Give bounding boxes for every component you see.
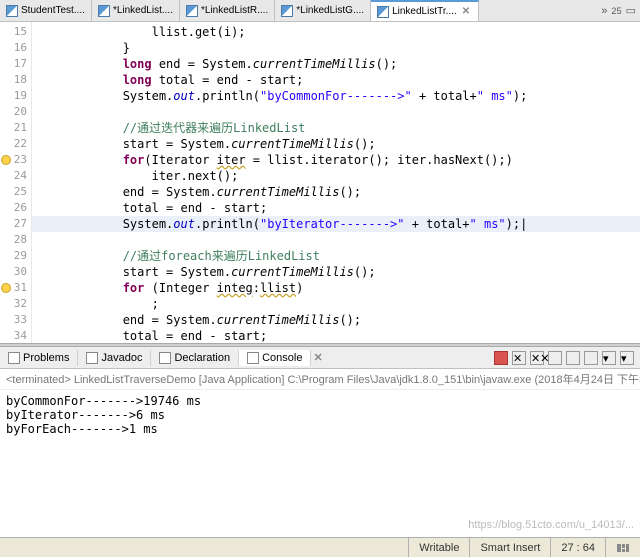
- tab-label: *LinkedListG....: [296, 5, 364, 16]
- code-editor[interactable]: 1516171819202122232425262728293031323334…: [0, 22, 640, 343]
- code-line[interactable]: start = System.currentTimeMillis();: [32, 264, 640, 280]
- remove-launch-button[interactable]: ✕: [512, 351, 526, 365]
- line-number: 26: [0, 200, 27, 216]
- code-line[interactable]: iter.next();: [32, 168, 640, 184]
- code-line[interactable]: start = System.currentTimeMillis();: [32, 136, 640, 152]
- warning-marker-icon[interactable]: [1, 155, 11, 165]
- status-cursor-position: 27 : 64: [550, 538, 605, 557]
- code-line[interactable]: System.out.println("byCommonFor------->"…: [32, 88, 640, 104]
- console-output[interactable]: byCommonFor------->19746 ms byIterator--…: [0, 390, 640, 537]
- java-file-icon: [377, 6, 389, 18]
- display-selected-button[interactable]: ▾: [602, 351, 616, 365]
- line-number: 33: [0, 312, 27, 328]
- code-line[interactable]: [32, 104, 640, 120]
- close-icon[interactable]: ✕: [460, 6, 472, 17]
- bottom-tab-javadoc[interactable]: Javadoc: [78, 350, 151, 366]
- clear-console-button[interactable]: [548, 351, 562, 365]
- minimize-icon[interactable]: ▭: [626, 4, 636, 17]
- code-line[interactable]: llist.get(i);: [32, 24, 640, 40]
- code-line[interactable]: }: [32, 40, 640, 56]
- console-toolbar: ✕ ✕✕ ▾ ▾: [494, 351, 640, 365]
- problems-icon: [8, 352, 20, 364]
- line-number: 28: [0, 232, 27, 248]
- bottom-tab-label: Problems: [23, 352, 69, 364]
- chevron-right-icon[interactable]: »: [601, 5, 607, 17]
- editor-tab[interactable]: StudentTest....: [0, 0, 92, 21]
- line-number: 27: [0, 216, 27, 232]
- line-number: 22: [0, 136, 27, 152]
- code-line[interactable]: [32, 232, 640, 248]
- tab-label: LinkedListTr....: [392, 6, 457, 17]
- code-line[interactable]: ;: [32, 296, 640, 312]
- tab-label: StudentTest....: [21, 5, 85, 16]
- tab-label: *LinkedList....: [113, 5, 173, 16]
- code-line[interactable]: for(Iterator iter = llist.iterator(); it…: [32, 152, 640, 168]
- line-number: 25: [0, 184, 27, 200]
- warning-marker-icon[interactable]: [1, 283, 11, 293]
- line-number: 17: [0, 56, 27, 72]
- line-number: 20: [0, 104, 27, 120]
- editor-tab[interactable]: *LinkedList....: [92, 0, 180, 21]
- status-bar: Writable Smart Insert 27 : 64: [0, 537, 640, 557]
- line-number: 29: [0, 248, 27, 264]
- tab-count: 25: [611, 6, 621, 16]
- line-number: 18: [0, 72, 27, 88]
- code-line[interactable]: total = end - start;: [32, 200, 640, 216]
- java-file-icon: [281, 5, 293, 17]
- java-file-icon: [186, 5, 198, 17]
- code-area[interactable]: llist.get(i); } long end = System.curren…: [32, 22, 640, 343]
- terminate-button[interactable]: [494, 351, 508, 365]
- declaration-icon: [159, 352, 171, 364]
- status-insert-mode: Smart Insert: [469, 538, 550, 557]
- code-line[interactable]: for (Integer integ:llist): [32, 280, 640, 296]
- bottom-panel: Problems Javadoc Declaration Console ✕ ✕ ✕✕…: [0, 347, 640, 537]
- bottom-tab-label: Declaration: [174, 352, 230, 364]
- editor-tab[interactable]: *LinkedListR....: [180, 0, 275, 21]
- console-icon: [247, 352, 259, 364]
- code-line[interactable]: total = end - start;: [32, 328, 640, 343]
- bottom-tab-bar: Problems Javadoc Declaration Console ✕ ✕ ✕✕…: [0, 347, 640, 369]
- status-overview-icon[interactable]: [605, 538, 640, 557]
- status-writable: Writable: [408, 538, 469, 557]
- console-launch-label: <terminated> LinkedListTraverseDemo [Jav…: [0, 369, 640, 390]
- code-line[interactable]: //通过迭代器来遍历LinkedList: [32, 120, 640, 136]
- javadoc-icon: [86, 352, 98, 364]
- line-number: 30: [0, 264, 27, 280]
- open-console-button[interactable]: ▾: [620, 351, 634, 365]
- line-number: 32: [0, 296, 27, 312]
- editor-tab[interactable]: LinkedListTr....✕: [371, 0, 479, 21]
- scroll-lock-button[interactable]: [566, 351, 580, 365]
- code-line[interactable]: end = System.currentTimeMillis();: [32, 184, 640, 200]
- bottom-tab-declaration[interactable]: Declaration: [151, 350, 239, 366]
- editor-tab[interactable]: *LinkedListG....: [275, 0, 371, 21]
- pin-console-button[interactable]: [584, 351, 598, 365]
- code-line[interactable]: end = System.currentTimeMillis();: [32, 312, 640, 328]
- bottom-tab-problems[interactable]: Problems: [0, 350, 78, 366]
- code-line[interactable]: long total = end - start;: [32, 72, 640, 88]
- code-line[interactable]: System.out.println("byIterator------->" …: [32, 216, 640, 232]
- bottom-tab-label: Console: [262, 352, 302, 364]
- editor-tab-bar: StudentTest.... *LinkedList.... *LinkedLis…: [0, 0, 640, 22]
- line-number: 15: [0, 24, 27, 40]
- line-number: 19: [0, 88, 27, 104]
- remove-all-button[interactable]: ✕✕: [530, 351, 544, 365]
- java-file-icon: [6, 5, 18, 17]
- tab-label: *LinkedListR....: [201, 5, 268, 16]
- line-number: 34: [0, 328, 27, 343]
- code-line[interactable]: long end = System.currentTimeMillis();: [32, 56, 640, 72]
- close-icon[interactable]: ✕: [311, 351, 324, 364]
- line-number: 21: [0, 120, 27, 136]
- bottom-tab-label: Javadoc: [101, 352, 142, 364]
- java-file-icon: [98, 5, 110, 17]
- code-line[interactable]: //通过foreach来遍历LinkedList: [32, 248, 640, 264]
- line-number: 24: [0, 168, 27, 184]
- line-number: 16: [0, 40, 27, 56]
- bottom-tab-console[interactable]: Console: [239, 350, 311, 366]
- line-number-gutter: 1516171819202122232425262728293031323334…: [0, 22, 32, 343]
- tab-overflow: » 25 ▭: [597, 0, 640, 21]
